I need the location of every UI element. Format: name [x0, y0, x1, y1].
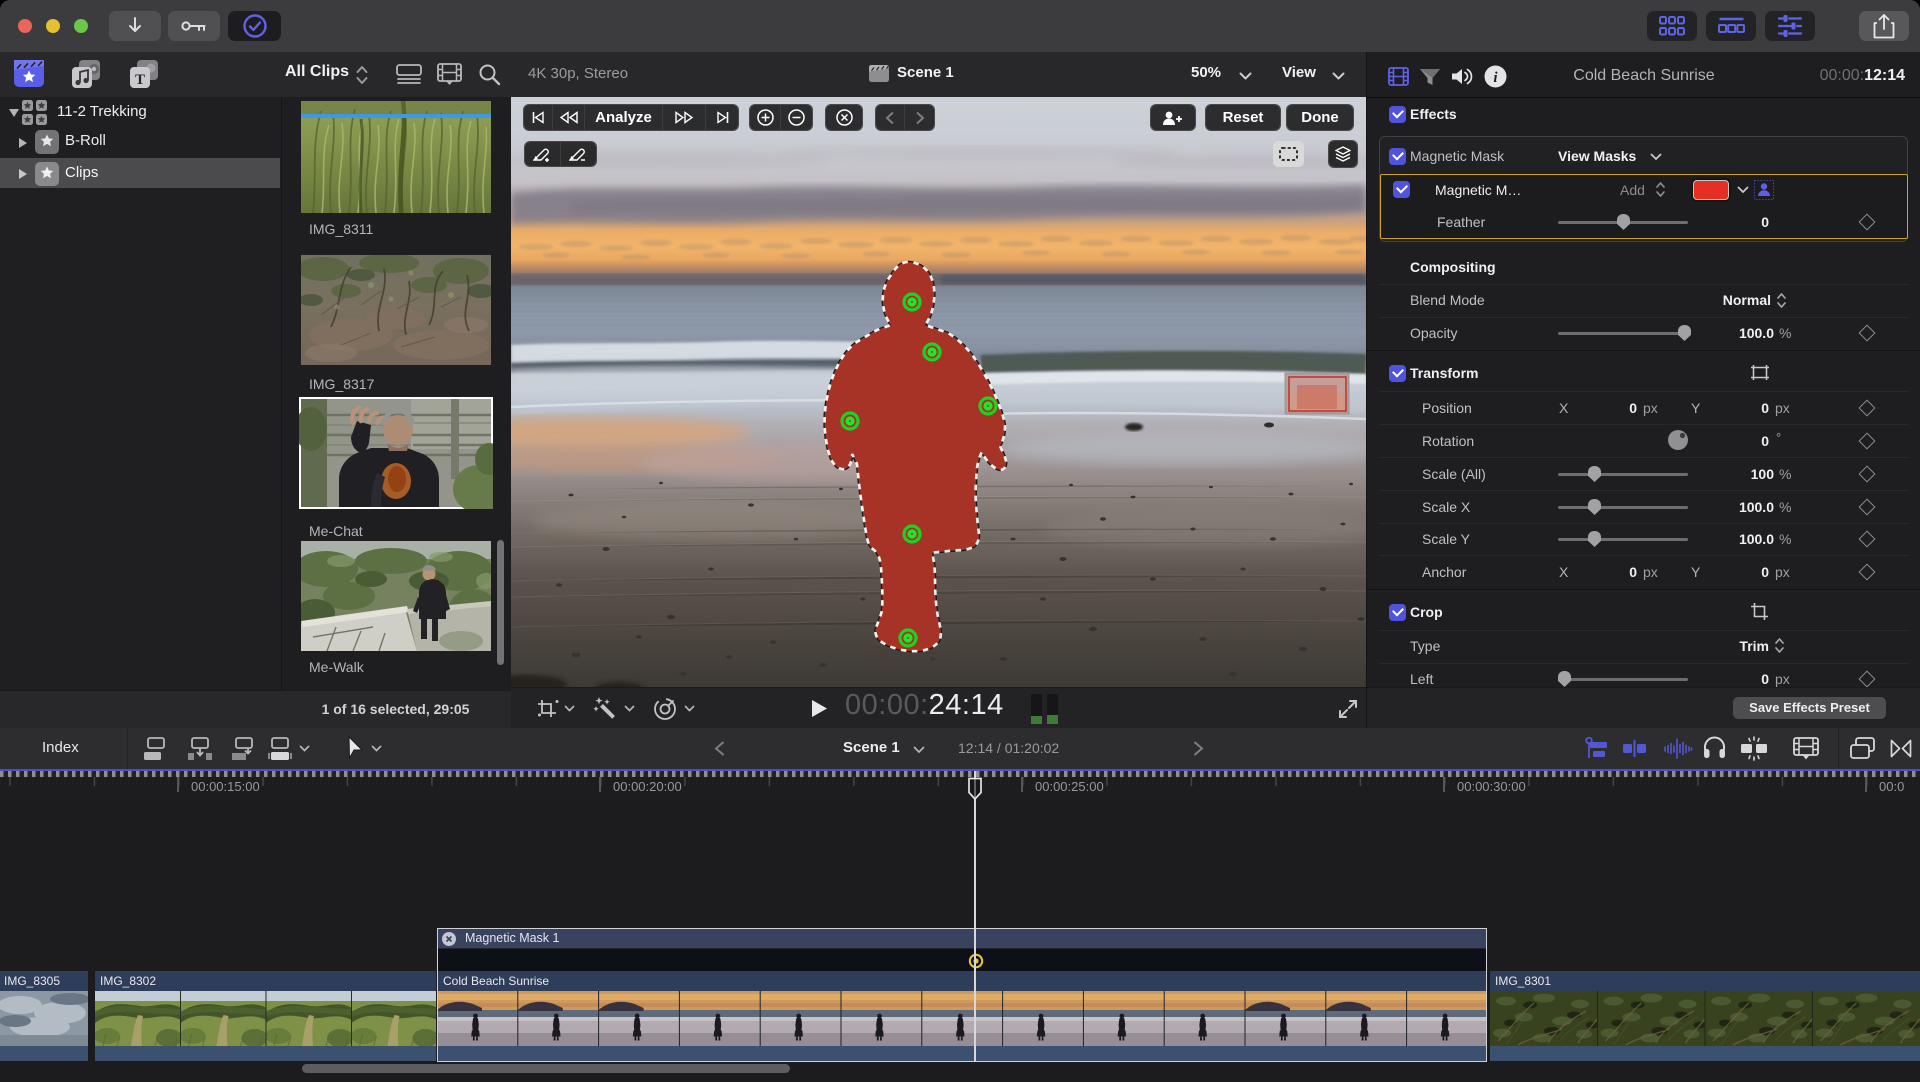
svg-text:T: T: [135, 72, 145, 88]
